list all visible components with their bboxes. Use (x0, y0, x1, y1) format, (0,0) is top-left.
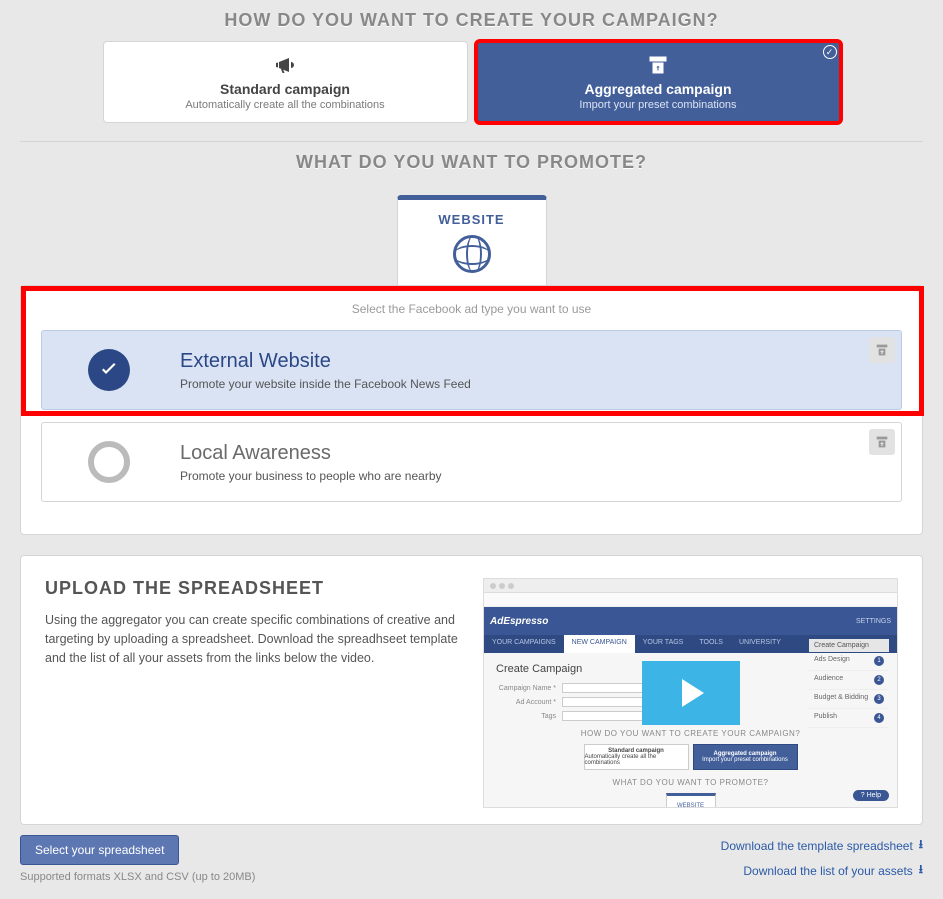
supported-formats-text: Supported formats XLSX and CSV (up to 20… (20, 871, 255, 883)
thumb-nav-item: TOOLS (691, 635, 731, 653)
standard-campaign-title: Standard campaign (220, 81, 350, 97)
standard-campaign-subtitle: Automatically create all the combination… (185, 99, 384, 111)
thumb-nav-item: UNIVERSITY (731, 635, 789, 653)
thumb-settings-label: SETTINGS (856, 618, 891, 625)
brand-logo: AdEspresso (490, 616, 548, 627)
thumb-field-label: Ad Account * (496, 699, 556, 706)
thumb-sidebar: Create Campaign Ads Design1 Audience2 Bu… (809, 639, 889, 728)
upload-heading: UPLOAD THE SPREADSHEET (45, 578, 459, 599)
standard-campaign-card[interactable]: Standard campaign Automatically create a… (103, 41, 468, 123)
promote-tab-row: WEBSITE (0, 195, 943, 285)
thumb-top-nav: AdEspresso SETTINGS (484, 607, 897, 635)
thumb-nav-item: NEW CAMPAIGN (564, 635, 635, 653)
upload-footer-row: Select your spreadsheet Supported format… (20, 835, 923, 885)
ad-option-external-website[interactable]: External Website Promote your website in… (41, 330, 902, 410)
campaign-type-row: Standard campaign Automatically create a… (0, 41, 943, 141)
thumb-sidebar-header: Create Campaign (809, 639, 889, 652)
thumb-field-label: Campaign Name * (496, 685, 556, 692)
ad-option-title: Local Awareness (180, 442, 442, 465)
download-icon: ⭳ (919, 835, 923, 856)
create-campaign-heading: HOW DO YOU WANT TO CREATE YOUR CAMPAIGN? (0, 0, 943, 41)
thumb-website-tab: WEBSITE🌐 (666, 793, 716, 808)
ad-option-subtitle: Promote your website inside the Facebook… (180, 377, 471, 391)
aggregated-campaign-card[interactable]: ✓ Aggregated campaign Import your preset… (476, 41, 841, 123)
aggregated-campaign-subtitle: Import your preset combinations (579, 99, 736, 111)
thumb-help-button: ? Help (853, 790, 889, 801)
thumb-nav-item: YOUR TAGS (635, 635, 692, 653)
ad-option-title: External Website (180, 350, 471, 373)
upload-box-icon (646, 53, 670, 77)
download-icon: ⭳ (919, 860, 923, 881)
ad-option-subtitle: Promote your business to people who are … (180, 469, 442, 483)
thumb-sidebar-item: Ads Design1 (809, 652, 889, 671)
ad-option-local-awareness[interactable]: Local Awareness Promote your business to… (41, 422, 902, 502)
promote-heading: WHAT DO YOU WANT TO PROMOTE? (0, 142, 943, 183)
upload-body: Using the aggregator you can create spec… (45, 611, 459, 667)
download-template-link[interactable]: Download the template spreadsheet ⭳ (721, 835, 923, 856)
ad-type-panel: Select the Facebook ad type you want to … (20, 285, 923, 535)
selected-check-icon: ✓ (823, 45, 837, 59)
browser-url-bar (484, 593, 897, 607)
thumb-card-standard: Standard campaignAutomatically create al… (584, 744, 689, 770)
radio-empty-icon (88, 441, 130, 483)
video-thumbnail[interactable]: AdEspresso SETTINGS YOUR CAMPAIGNS NEW C… (483, 578, 898, 808)
thumb-sidebar-item: Publish4 (809, 709, 889, 728)
thumb-sidebar-item: Audience2 (809, 671, 889, 690)
tab-website[interactable]: WEBSITE (397, 195, 547, 285)
thumb-nav-item: YOUR CAMPAIGNS (484, 635, 564, 653)
check-circle-icon (88, 349, 130, 391)
thumb-section-heading: WHAT DO YOU WANT TO PROMOTE? (496, 778, 885, 787)
thumb-field-label: Tags (496, 713, 556, 720)
aggregated-campaign-title: Aggregated campaign (584, 81, 731, 97)
megaphone-icon (273, 53, 297, 77)
play-icon[interactable] (642, 661, 740, 725)
browser-traffic-lights-icon (484, 579, 897, 593)
thumb-card-aggregated: Aggregated campaignImport your preset co… (693, 744, 798, 770)
download-assets-link[interactable]: Download the list of your assets ⭳ (743, 860, 923, 881)
thumb-sidebar-item: Budget & Bidding3 (809, 690, 889, 709)
select-spreadsheet-button[interactable]: Select your spreadsheet (20, 835, 179, 865)
thumb-section-heading: HOW DO YOU WANT TO CREATE YOUR CAMPAIGN? (496, 729, 885, 738)
globe-icon (453, 235, 491, 273)
upload-panel: UPLOAD THE SPREADSHEET Using the aggrega… (20, 555, 923, 825)
upload-badge-icon (869, 337, 895, 363)
upload-badge-icon (869, 429, 895, 455)
ad-type-hint: Select the Facebook ad type you want to … (21, 286, 922, 330)
tab-website-label: WEBSITE (438, 212, 504, 227)
